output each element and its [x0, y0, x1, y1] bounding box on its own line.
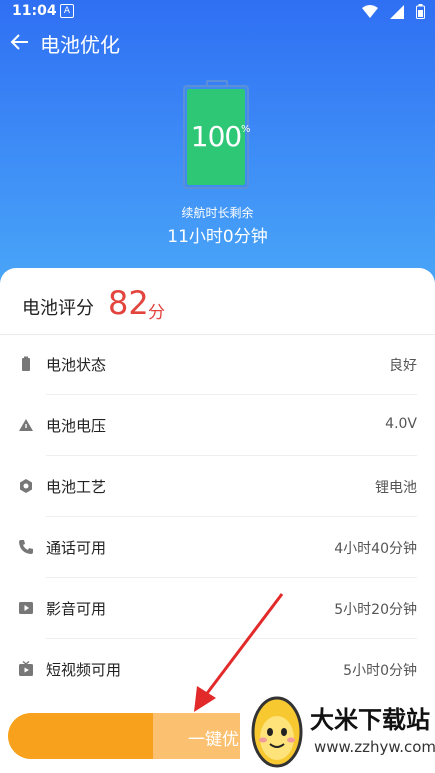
row-value: 良好 [389, 358, 417, 374]
row-label: 影音可用 [46, 600, 107, 618]
row-label: 电池工艺 [46, 478, 107, 496]
app-bar: 电池优化 [0, 26, 435, 58]
row-value: 5小时20分钟 [334, 602, 417, 618]
battery-percent-sign: % [241, 124, 251, 135]
row-label: 通话可用 [46, 539, 107, 557]
row-divider [46, 516, 417, 517]
back-arrow-icon[interactable] [8, 30, 32, 54]
score-unit: 分 [148, 303, 165, 323]
remaining-time: 11小时0分钟 [167, 227, 268, 247]
row-value: 4.0V [385, 416, 417, 432]
row-divider [46, 394, 417, 395]
wifi-icon [362, 5, 378, 18]
row-call-time: 通话可用 4小时40分钟 [0, 518, 435, 578]
battery-icon [22, 356, 30, 371]
score-label: 电池评分 [22, 298, 94, 319]
status-time: 11:04 [12, 3, 57, 19]
optimize-button-label: 一键优 [188, 730, 239, 750]
remaining-label: 续航时长剩余 [181, 206, 254, 220]
play-icon [19, 602, 33, 614]
row-battery-tech: 电池工艺 锂电池 [0, 457, 435, 517]
row-value: 锂电池 [375, 480, 417, 496]
battery-percent: 100 [190, 120, 242, 153]
row-label: 电池状态 [46, 356, 107, 374]
signal-icon [390, 4, 404, 19]
watermark: 大米下载站 www.zzhyw.com [240, 686, 435, 773]
row-label: 电池电压 [46, 417, 107, 435]
row-battery-status: 电池状态 良好 [0, 335, 435, 395]
battery-status-icon [416, 4, 425, 19]
short-video-icon [19, 661, 33, 676]
watermark-url: www.zzhyw.com [314, 738, 435, 756]
phone-icon [19, 540, 33, 554]
notification-icon: A [60, 4, 74, 18]
row-value: 5小时0分钟 [343, 663, 417, 679]
score-row: 电池评分 82 分 [0, 278, 435, 332]
row-divider [46, 455, 417, 456]
page-title: 电池优化 [40, 33, 120, 57]
row-label: 短视频可用 [46, 661, 122, 679]
hexagon-icon [20, 479, 32, 493]
score-value: 82 [108, 284, 149, 322]
warning-triangle-icon [19, 419, 33, 431]
watermark-name: 大米下载站 [310, 706, 430, 734]
row-battery-voltage: 电池电压 4.0V [0, 396, 435, 456]
mascot-logo-icon [251, 696, 303, 768]
row-divider [46, 577, 417, 578]
row-value: 4小时40分钟 [334, 541, 417, 557]
status-bar: 11:04 A [0, 0, 435, 24]
